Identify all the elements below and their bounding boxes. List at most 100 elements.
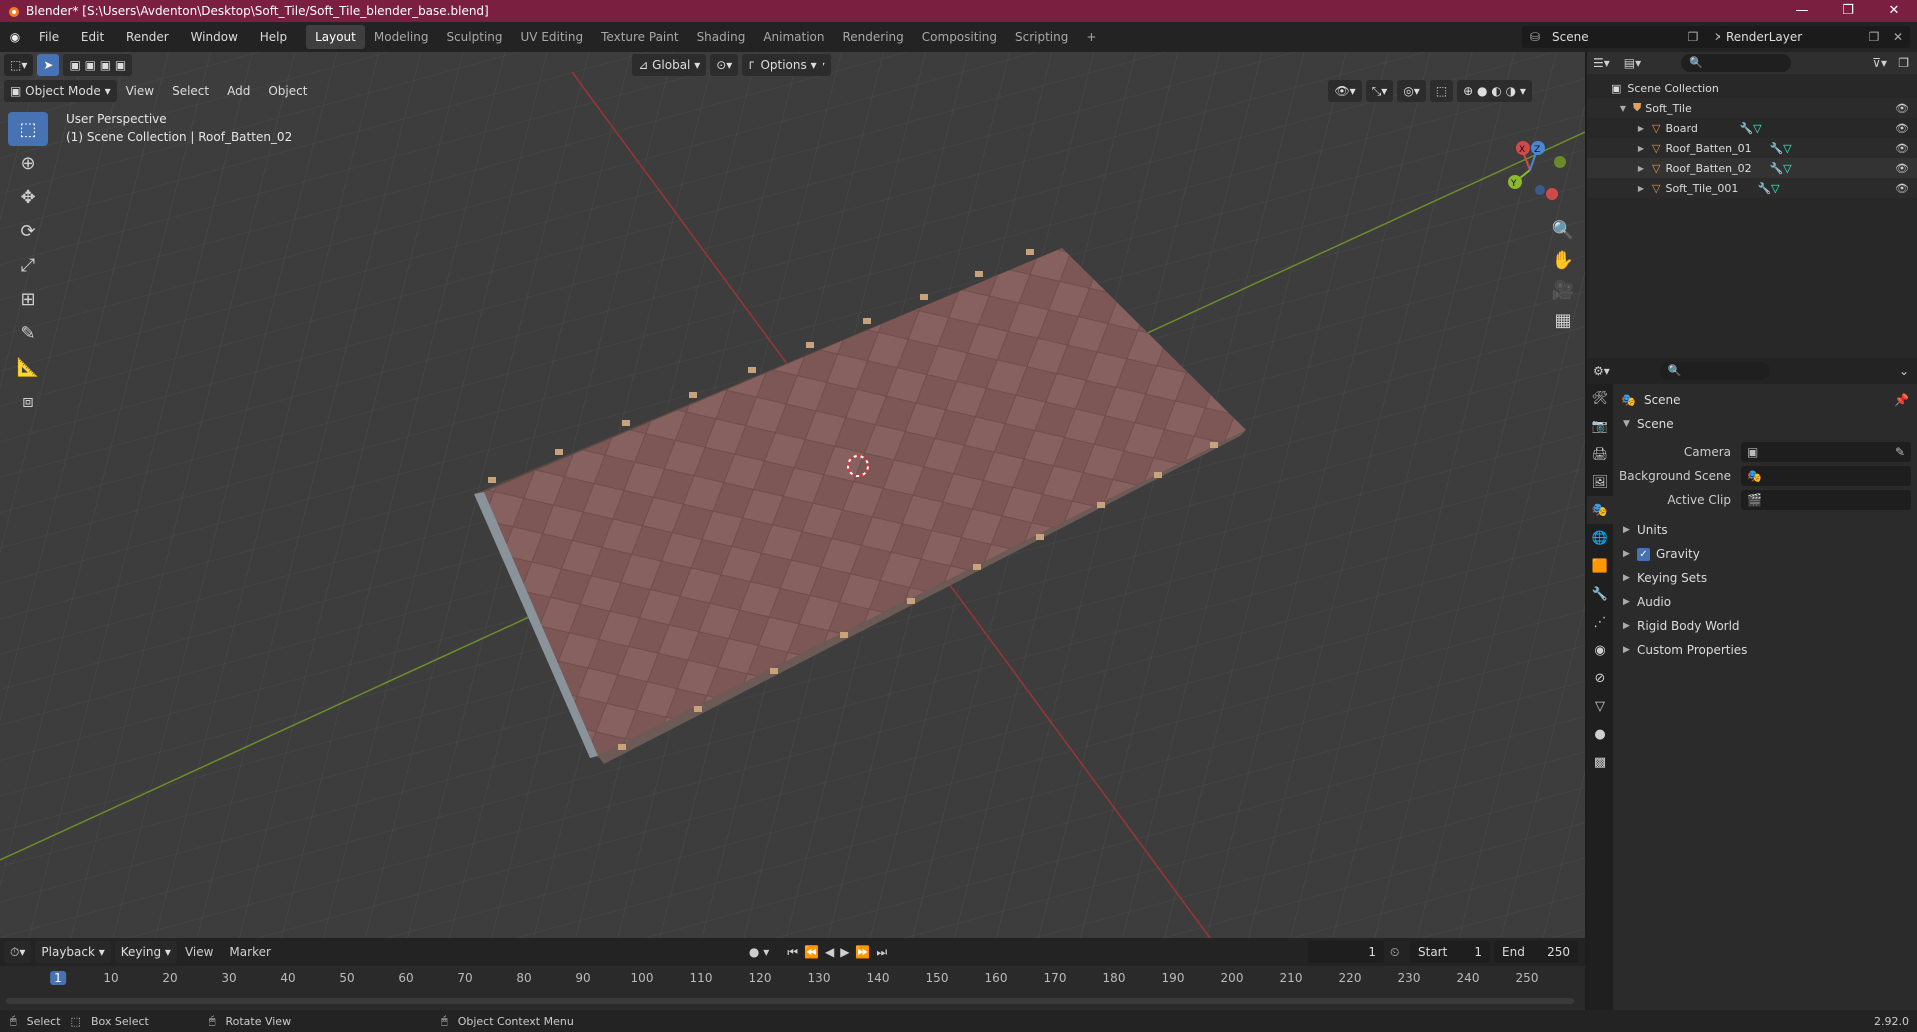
3d-viewport[interactable]: ⬚▾ ➤ ▣ ▣ ▣ ▣ ⊿ Global ▾ ⊙▾ ⊓ ⋮▾ ● ∧▾ Opt… — [0, 52, 1585, 938]
maximize-button[interactable]: ❐ — [1825, 0, 1871, 22]
visibility-eye-icon[interactable]: 👁 — [1895, 182, 1909, 195]
menu-object[interactable]: Object — [259, 84, 316, 98]
tab-uv-editing[interactable]: UV Editing — [512, 25, 593, 49]
gizmo-icon[interactable]: ⤡▾ — [1365, 80, 1394, 102]
current-frame-field[interactable]: 1 — [1308, 941, 1384, 963]
visibility-eye-icon[interactable]: 👁 — [1895, 102, 1909, 115]
mesh-data-icon[interactable]: ▽ — [1771, 182, 1779, 195]
outliner-scene-collection[interactable]: ▣ Scene Collection — [1587, 78, 1917, 98]
menu-select[interactable]: Select — [163, 84, 218, 98]
pin-icon[interactable]: 📌 — [1894, 393, 1909, 407]
playback-controls-icon[interactable]: ⏮⏪◀▶⏩⏭ — [787, 945, 893, 960]
tab-shading[interactable]: Shading — [688, 25, 755, 49]
menu-file[interactable]: File — [30, 30, 68, 44]
tab-scripting[interactable]: Scripting — [1006, 25, 1077, 49]
view-layer-tab-icon[interactable]: 🖼 — [1587, 468, 1613, 496]
outliner-item-roof-batten-01[interactable]: ▶ ▽ Roof_Batten_01 🔧 ▽ 👁 — [1587, 138, 1917, 158]
frame-ruler[interactable]: 1 10 20 30 40 50 60 70 80 90 100 110 120 130 140 150 160… — [0, 966, 1585, 992]
overlay-icon[interactable]: ◎▾ — [1397, 80, 1426, 102]
menu-marker[interactable]: Marker — [221, 945, 278, 959]
expand-chevron-icon[interactable]: ▶ — [1635, 164, 1647, 173]
mesh-data-icon[interactable]: ▽ — [1753, 122, 1761, 135]
visibility-icon[interactable]: 👁▾ — [1328, 80, 1362, 102]
tab-animation[interactable]: Animation — [754, 25, 833, 49]
panel-gravity[interactable]: ▶ ✓ Gravity — [1615, 542, 1917, 566]
outliner-item-roof-batten-02[interactable]: ▶ ▽ Roof_Batten_02 🔧 ▽ 👁 — [1587, 158, 1917, 178]
modifier-wrench-icon[interactable]: 🔧 — [1739, 122, 1753, 135]
blender-menu-icon[interactable]: ◉ — [0, 30, 30, 44]
modifier-wrench-icon[interactable]: 🔧 — [1769, 162, 1783, 175]
eyedropper-icon[interactable]: ✎ — [1895, 445, 1905, 459]
constraints-tab-icon[interactable]: ⊘ — [1587, 664, 1613, 692]
tab-texture-paint[interactable]: Texture Paint — [592, 25, 687, 49]
tab-sculpting[interactable]: Sculpting — [437, 25, 511, 49]
render-tab-icon[interactable]: 📷 — [1587, 412, 1613, 440]
pan-hand-icon[interactable]: ✋ — [1543, 245, 1583, 275]
tool-tab-icon[interactable]: 🛠 — [1587, 384, 1613, 412]
scene-selector[interactable]: ⛁ Scene ❐ ✕ — [1522, 26, 1732, 48]
scene-tab-icon[interactable]: 🎭 — [1587, 496, 1613, 524]
mesh-data-icon[interactable]: ▽ — [1783, 162, 1791, 175]
measure-tool-icon[interactable]: 📐 — [8, 350, 48, 384]
tab-compositing[interactable]: Compositing — [913, 25, 1006, 49]
output-tab-icon[interactable]: 🖨 — [1587, 440, 1613, 468]
end-frame-field[interactable]: End 250 — [1494, 941, 1578, 963]
ortho-grid-icon[interactable]: ▦ — [1543, 305, 1583, 335]
editor-type-icon[interactable]: ⬚▾ — [4, 54, 34, 76]
expand-chevron-icon[interactable]: ▼ — [1617, 104, 1629, 113]
expand-chevron-icon[interactable]: ▶ — [1635, 144, 1647, 153]
select-mode-icon[interactable]: ➤ — [37, 54, 60, 76]
menu-playback[interactable]: Playback ▾ — [35, 941, 111, 963]
panel-audio[interactable]: ▶ Audio — [1615, 590, 1917, 614]
options-dropdown[interactable]: Options ▾ — [754, 54, 823, 76]
new-layer-icon[interactable]: ❐ — [1862, 30, 1886, 44]
material-tab-icon[interactable]: ● — [1587, 720, 1613, 748]
outliner-item-soft-tile-001[interactable]: ▶ ▽ Soft_Tile_001 🔧 ▽ 👁 — [1587, 178, 1917, 198]
shading-modes-icon[interactable]: ⊕ ● ◐ ◑ ▾ — [1457, 80, 1532, 102]
annotate-tool-icon[interactable]: ✎ — [8, 316, 48, 350]
visibility-eye-icon[interactable]: 👁 — [1895, 162, 1909, 175]
clock-icon[interactable]: ⏲ — [1390, 945, 1399, 960]
menu-keying[interactable]: Keying ▾ — [114, 941, 177, 963]
gravity-checkbox[interactable]: ✓ — [1637, 547, 1650, 561]
panel-units[interactable]: ▶ Units — [1615, 518, 1917, 542]
new-scene-icon[interactable]: ❐ — [1680, 30, 1706, 44]
visibility-eye-icon[interactable]: 👁 — [1895, 122, 1909, 135]
xray-icon[interactable]: ⬚ — [1429, 80, 1454, 102]
outliner-editor-icon[interactable]: ☰▾ — [1593, 56, 1610, 70]
filter-icon[interactable]: ⊽▾ — [1872, 56, 1887, 70]
menu-render[interactable]: Render — [117, 30, 178, 44]
modifier-wrench-icon[interactable]: 🔧 — [1757, 182, 1771, 195]
select-box-icons[interactable]: ▣ ▣ ▣ ▣ — [63, 54, 133, 76]
minimize-button[interactable]: — — [1779, 0, 1825, 22]
rotate-tool-icon[interactable]: ⟳ — [8, 214, 48, 248]
object-tab-icon[interactable]: 🟧 — [1587, 552, 1613, 580]
menu-add[interactable]: Add — [218, 84, 259, 98]
start-frame-field[interactable]: Start 1 — [1410, 941, 1490, 963]
world-tab-icon[interactable]: 🌐 — [1587, 524, 1613, 552]
properties-search[interactable]: 🔍 — [1659, 362, 1770, 380]
menu-window[interactable]: Window — [182, 30, 247, 44]
navigation-gizmo[interactable]: Y X Z 🔍 ✋ 🎥 ▦ — [1475, 112, 1585, 372]
camera-field[interactable]: ▣ ✎ — [1741, 442, 1911, 462]
record-icon[interactable]: ● ▾ — [749, 945, 769, 959]
render-layer-selector[interactable]: RenderLayer ❐ ✕ — [1720, 26, 1910, 48]
menu-help[interactable]: Help — [251, 30, 296, 44]
outliner-item-board[interactable]: ▶ ▽ Board 🔧 ▽ 👁 — [1587, 118, 1917, 138]
expand-chevron-icon[interactable]: ▶ — [1635, 124, 1647, 133]
scale-tool-icon[interactable]: ⤢ — [8, 248, 48, 282]
outliner-search[interactable]: 🔍 — [1681, 54, 1792, 72]
panel-scene-header[interactable]: ▼ Scene — [1615, 412, 1917, 436]
camera-view-icon[interactable]: 🎥 — [1543, 275, 1583, 305]
texture-tab-icon[interactable]: ▩ — [1587, 748, 1613, 776]
transform-tool-icon[interactable]: ⊞ — [8, 282, 48, 316]
timeline-editor-icon[interactable]: ⏱▾ — [4, 941, 32, 963]
mode-dropdown[interactable]: ▣ Object Mode ▾ — [4, 80, 117, 102]
new-collection-icon[interactable]: ❐ — [1898, 56, 1909, 70]
panel-custom-properties[interactable]: ▶ Custom Properties — [1615, 638, 1917, 662]
particles-tab-icon[interactable]: ⋰ — [1587, 608, 1613, 636]
add-workspace-icon[interactable]: + — [1077, 25, 1105, 49]
properties-editor-icon[interactable]: ⚙▾ — [1593, 364, 1610, 378]
visibility-eye-icon[interactable]: 👁 — [1895, 142, 1909, 155]
menu-edit[interactable]: Edit — [72, 30, 113, 44]
